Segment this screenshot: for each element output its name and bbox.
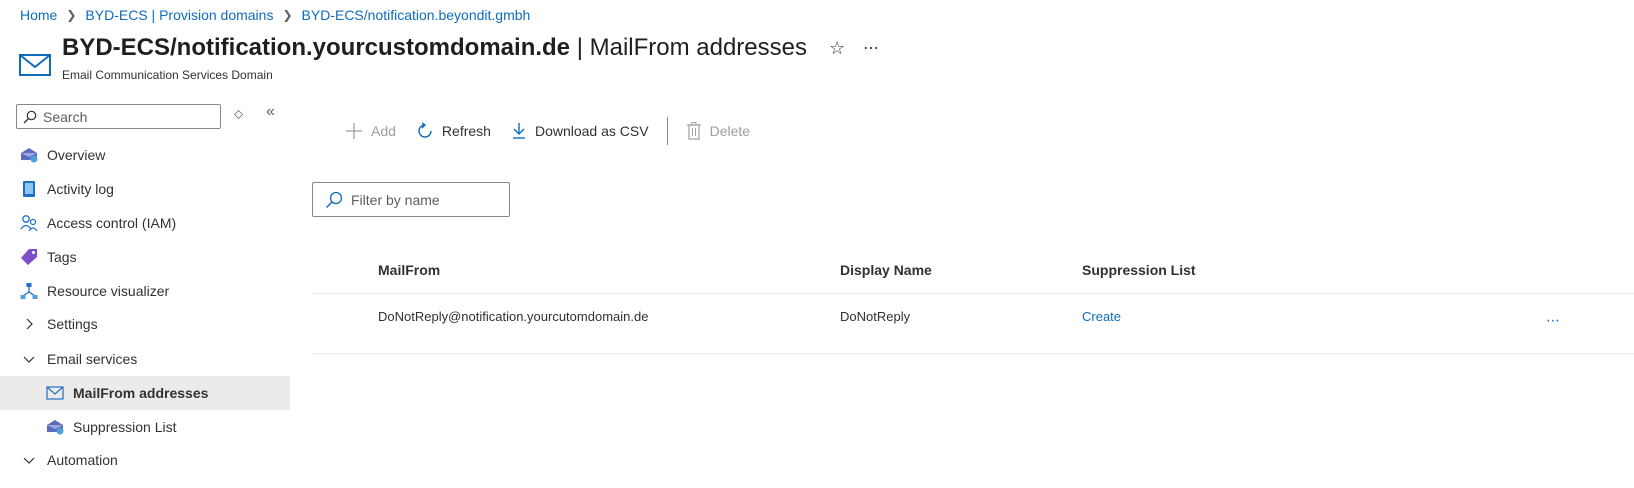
column-header-suppression-list[interactable]: Suppression List (1082, 262, 1196, 278)
chevron-right-icon: ❯ (282, 8, 293, 22)
download-csv-button[interactable]: Download as CSV (511, 122, 649, 140)
page-title: BYD-ECS/notification.yourcustomdomain.de… (62, 34, 807, 61)
cell-mailfrom: DoNotReply@notification.yourcutomdomain.… (378, 309, 649, 324)
sidebar-item-automation[interactable]: Automation (0, 443, 290, 477)
sidebar-item-label: MailFrom addresses (73, 385, 209, 401)
search-input[interactable] (43, 108, 213, 125)
breadcrumb-home[interactable]: Home (20, 7, 57, 23)
download-icon (512, 123, 525, 139)
sidebar-item-iam[interactable]: Access control (IAM) (0, 206, 290, 240)
tag-icon (20, 248, 38, 266)
sidebar-item-email-services[interactable]: Email services (0, 342, 290, 376)
breadcrumb: Home ❯ BYD-ECS | Provision domains ❯ BYD… (20, 7, 530, 23)
filter-box[interactable] (312, 182, 510, 217)
refresh-icon (418, 122, 432, 138)
delete-button[interactable]: Delete (686, 122, 750, 140)
sidebar-item-tags[interactable]: Tags (0, 240, 290, 274)
chevron-down-icon (20, 451, 38, 469)
sidebar-item-label: Email services (47, 351, 138, 367)
resource-visualizer-icon (20, 282, 38, 300)
expand-collapse-icon[interactable]: ⬦ (234, 106, 243, 122)
sidebar-item-label: Suppression List (73, 419, 177, 435)
collapse-sidebar-icon[interactable]: « (266, 103, 275, 121)
cell-display-name: DoNotReply (840, 309, 911, 324)
sidebar-search[interactable] (16, 104, 221, 129)
mail-icon (46, 384, 64, 402)
sidebar-item-mailfrom-addresses[interactable]: MailFrom addresses (0, 376, 290, 410)
command-bar: Add Refresh Download as CSV Delete (345, 116, 770, 146)
sidebar-item-suppression-list[interactable]: Suppression List (0, 410, 290, 444)
breadcrumb-provision-domains[interactable]: BYD-ECS | Provision domains (85, 7, 273, 23)
search-icon (326, 191, 343, 208)
refresh-button[interactable]: Refresh (416, 122, 491, 140)
chevron-down-icon (20, 350, 38, 368)
sidebar-item-label: Access control (IAM) (47, 215, 177, 231)
more-options-icon[interactable]: ⋯ (863, 38, 880, 58)
column-header-mailfrom[interactable]: MailFrom (378, 262, 440, 278)
header-divider (312, 293, 1634, 294)
toolbar-divider (666, 117, 668, 145)
suppression-icon (46, 418, 64, 436)
iam-icon (20, 214, 38, 232)
page-subtitle: Email Communication Services Domain (62, 68, 273, 82)
chevron-right-icon (20, 315, 38, 333)
create-suppression-link[interactable]: Create (1082, 309, 1121, 324)
trash-icon (686, 122, 701, 140)
page-header: BYD-ECS/notification.yourcustomdomain.de… (18, 34, 880, 82)
filter-input[interactable] (351, 191, 501, 208)
sidebar-item-resource-visualizer[interactable]: Resource visualizer (0, 274, 290, 308)
sidebar-item-overview[interactable]: Overview (0, 138, 290, 172)
favorite-star-icon[interactable]: ☆ (829, 38, 845, 59)
sidebar-item-settings[interactable]: Settings (0, 307, 290, 341)
sidebar-item-activity-log[interactable]: Activity log (0, 172, 290, 206)
sidebar-item-label: Overview (47, 147, 106, 163)
sidebar-item-label: Tags (47, 249, 77, 265)
breadcrumb-domain[interactable]: BYD-ECS/notification.beyondit.gmbh (302, 7, 531, 23)
chevron-right-icon: ❯ (66, 8, 77, 22)
mail-icon (19, 54, 51, 76)
activity-log-icon (20, 180, 38, 198)
add-icon (346, 123, 362, 139)
sidebar-item-label: Activity log (47, 181, 114, 197)
column-header-display-name[interactable]: Display Name (840, 262, 932, 278)
search-icon (23, 110, 37, 123)
row-more-options-icon[interactable]: ⋯ (1546, 312, 1561, 329)
row-divider (312, 353, 1634, 354)
sidebar-item-label: Automation (47, 452, 118, 468)
sidebar-item-label: Settings (47, 316, 98, 332)
add-button[interactable]: Add (345, 122, 396, 140)
sidebar-item-label: Resource visualizer (47, 283, 170, 299)
overview-icon (20, 146, 38, 164)
